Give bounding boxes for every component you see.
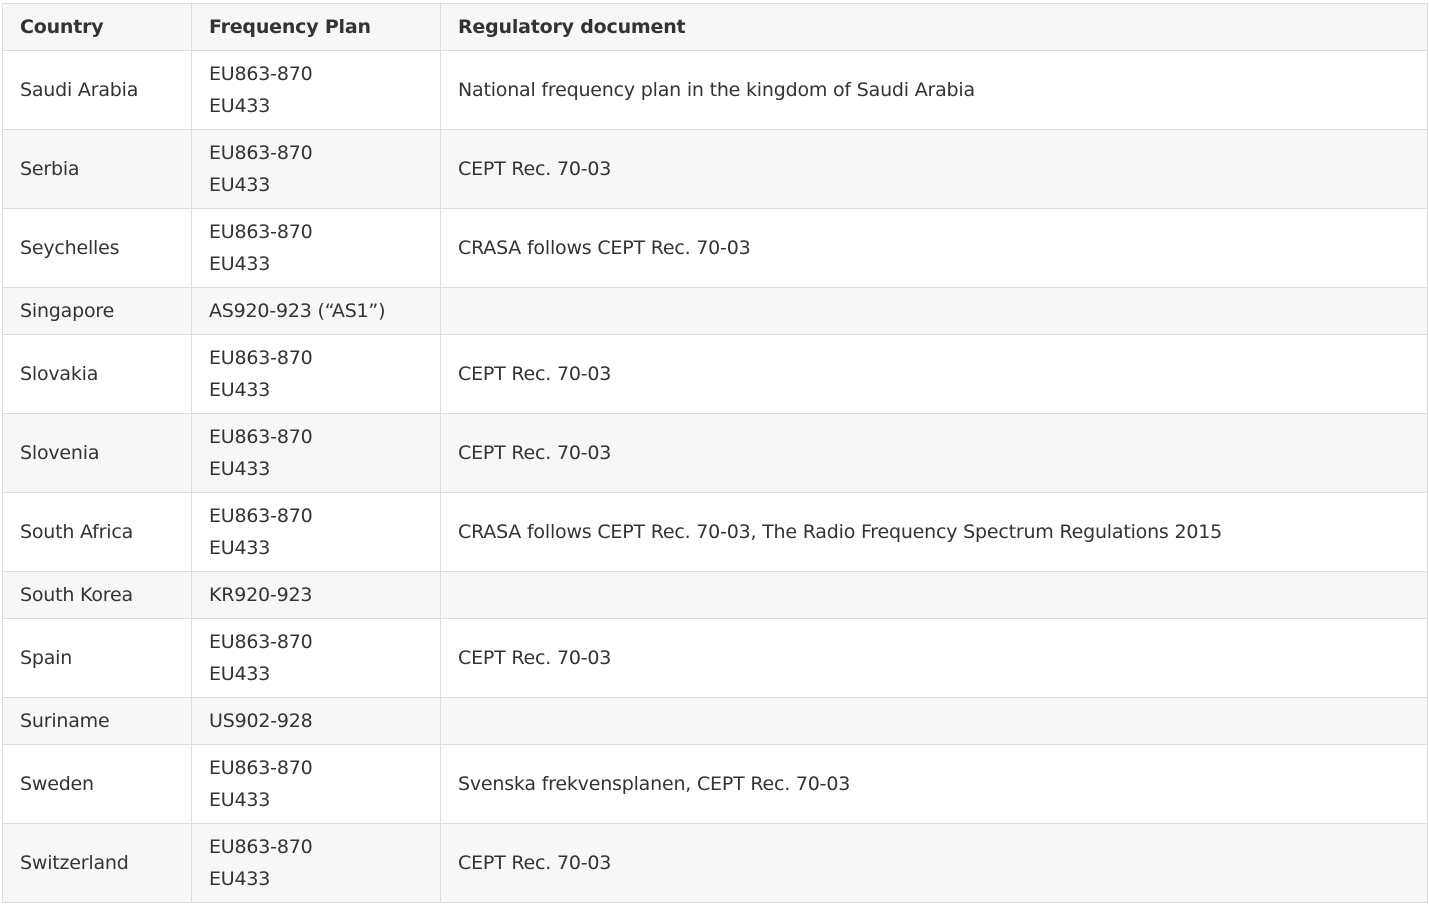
frequency-plan-value: EU433 [209,379,271,401]
regulatory-document-cell: CRASA follows CEPT Rec. 70-03 [440,208,1428,288]
frequency-plan-value: EU433 [209,663,271,685]
frequency-plan-value: EU863-870 [209,836,313,858]
frequency-plan-cell: US902-928 [191,697,441,745]
table-row: Spain EU863-870 EU433 CEPT Rec. 70-03 [2,618,1428,698]
table-row: Serbia EU863-870 EU433 CEPT Rec. 70-03 [2,129,1428,209]
frequency-plan-value: EU863-870 [209,757,313,779]
frequency-plan-cell: EU863-870 EU433 [191,208,441,288]
regulatory-document-cell: CEPT Rec. 70-03 [440,618,1428,698]
regulatory-document-cell: National frequency plan in the kingdom o… [440,50,1428,130]
frequency-plan-cell: EU863-870 EU433 [191,50,441,130]
frequency-plan-value: AS920-923 (“AS1”) [209,300,386,322]
frequency-plan-cell: EU863-870 EU433 [191,744,441,824]
table-row: Singapore AS920-923 (“AS1”) [2,287,1428,335]
table-row: Switzerland EU863-870 EU433 CEPT Rec. 70-03 [2,823,1428,903]
frequency-plan-value: EU863-870 [209,63,313,85]
frequency-plan-cell: KR920-923 [191,571,441,619]
country-cell: Suriname [2,697,192,745]
country-cell: Serbia [2,129,192,209]
frequency-plan-value: EU863-870 [209,221,313,243]
frequency-plan-cell: EU863-870 EU433 [191,334,441,414]
country-cell: Switzerland [2,823,192,903]
country-cell: Sweden [2,744,192,824]
frequency-plan-cell: EU863-870 EU433 [191,492,441,572]
table-row: Saudi Arabia EU863-870 EU433 National frequ… [2,50,1428,130]
frequency-plan-cell: EU863-870 EU433 [191,823,441,903]
frequency-plan-table: Country Frequency Plan Regulatory docume… [2,3,1428,903]
country-cell: Seychelles [2,208,192,288]
table-row: Seychelles EU863-870 EU433 CRASA follows CE… [2,208,1428,288]
frequency-plan-value: EU433 [209,789,271,811]
regulatory-document-column-header: Regulatory document [440,3,1428,51]
regulatory-document-cell: CEPT Rec. 70-03 [440,823,1428,903]
frequency-plan-column-header: Frequency Plan [191,3,441,51]
country-column-header: Country [2,3,192,51]
table-header: Country Frequency Plan Regulatory docume… [2,3,1428,51]
country-cell: Slovakia [2,334,192,414]
table-row: Slovenia EU863-870 EU433 CEPT Rec. 70-03 [2,413,1428,493]
frequency-plan-value: EU433 [209,95,271,117]
frequency-plan-value: EU863-870 [209,631,313,653]
frequency-plan-value: KR920-923 [209,584,313,606]
table-row: Sweden EU863-870 EU433 Svenska frekvensplan… [2,744,1428,824]
table-row: South Africa EU863-870 EU433 CRASA follows … [2,492,1428,572]
regulatory-document-cell: CEPT Rec. 70-03 [440,334,1428,414]
regulatory-document-cell [440,571,1428,619]
frequency-plan-cell: EU863-870 EU433 [191,129,441,209]
frequency-plan-value: EU433 [209,174,271,196]
regulatory-document-cell: CEPT Rec. 70-03 [440,413,1428,493]
frequency-plan-value: EU863-870 [209,505,313,527]
frequency-plan-value: EU863-870 [209,347,313,369]
frequency-plan-value: EU433 [209,458,271,480]
country-cell: Slovenia [2,413,192,493]
frequency-plan-value: EU433 [209,868,271,890]
table-row: Suriname US902-928 [2,697,1428,745]
frequency-plan-value: US902-928 [209,710,313,732]
regulatory-document-cell: Svenska frekvensplanen, CEPT Rec. 70-03 [440,744,1428,824]
header-row: Country Frequency Plan Regulatory docume… [2,3,1428,51]
country-cell: South Africa [2,492,192,572]
frequency-plan-value: EU433 [209,253,271,275]
regulatory-document-cell: CEPT Rec. 70-03 [440,129,1428,209]
frequency-plan-cell: AS920-923 (“AS1”) [191,287,441,335]
table-row: Slovakia EU863-870 EU433 CEPT Rec. 70-03 [2,334,1428,414]
regulatory-document-cell: CRASA follows CEPT Rec. 70-03, The Radio… [440,492,1428,572]
frequency-plan-cell: EU863-870 EU433 [191,413,441,493]
regulatory-document-cell [440,287,1428,335]
frequency-plan-value: EU863-870 [209,142,313,164]
frequency-plan-cell: EU863-870 EU433 [191,618,441,698]
table-body: Saudi Arabia EU863-870 EU433 National frequ… [2,50,1428,903]
table-row: South Korea KR920-923 [2,571,1428,619]
frequency-plan-value: EU863-870 [209,426,313,448]
regulatory-document-cell [440,697,1428,745]
frequency-plan-value: EU433 [209,537,271,559]
country-cell: Singapore [2,287,192,335]
country-cell: South Korea [2,571,192,619]
country-cell: Spain [2,618,192,698]
country-cell: Saudi Arabia [2,50,192,130]
